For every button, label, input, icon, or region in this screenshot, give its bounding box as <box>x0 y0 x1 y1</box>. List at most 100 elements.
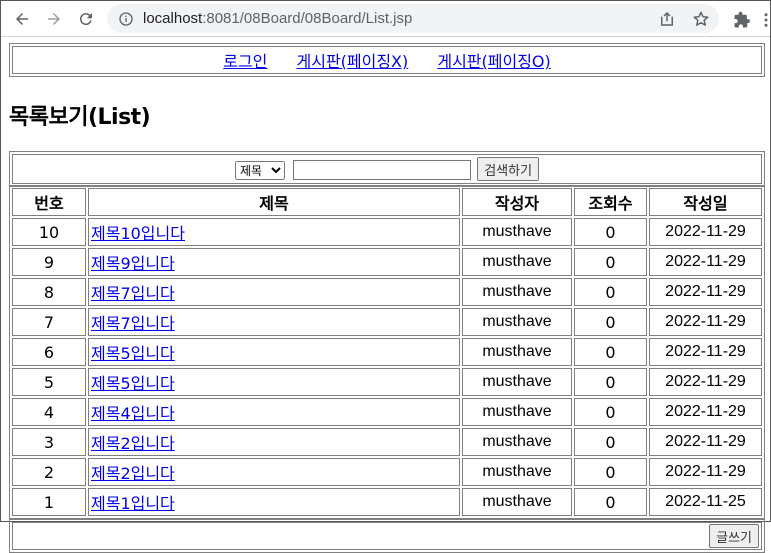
row-date: 2022-11-29 <box>649 248 762 276</box>
post-title-link[interactable]: 제목5입니다 <box>91 374 175 393</box>
row-views: 0 <box>574 458 647 486</box>
row-date: 2022-11-29 <box>649 308 762 336</box>
top-menu-cell: 로그인 게시판(페이징X) 게시판(페이징O) <box>12 46 762 74</box>
post-title-link[interactable]: 제목7입니다 <box>91 314 175 333</box>
row-author: musthave <box>462 488 572 516</box>
row-views: 0 <box>574 428 647 456</box>
row-title: 제목10입니다 <box>88 218 460 246</box>
row-views: 0 <box>574 338 647 366</box>
post-title-link[interactable]: 제목2입니다 <box>91 464 175 483</box>
row-author: musthave <box>462 278 572 306</box>
table-row: 7 제목7입니다 musthave 0 2022-11-29 <box>12 308 762 336</box>
row-date: 2022-11-25 <box>649 488 762 516</box>
post-title-link[interactable]: 제목7입니다 <box>91 284 175 303</box>
header-date: 작성일 <box>649 188 762 216</box>
row-author: musthave <box>462 218 572 246</box>
row-num: 2 <box>12 458 86 486</box>
row-views: 0 <box>574 368 647 396</box>
row-num: 1 <box>12 488 86 516</box>
row-author: musthave <box>462 248 572 276</box>
forward-arrow-icon[interactable] <box>41 6 67 32</box>
row-num: 7 <box>12 308 86 336</box>
post-title-link[interactable]: 제목2입니다 <box>91 434 175 453</box>
row-views: 0 <box>574 398 647 426</box>
menu-kebab-icon[interactable] <box>753 7 771 33</box>
post-title-link[interactable]: 제목1입니다 <box>91 494 175 513</box>
table-row: 3 제목2입니다 musthave 0 2022-11-29 <box>12 428 762 456</box>
row-views: 0 <box>574 488 647 516</box>
footer-bar: 글쓰기 <box>9 519 765 553</box>
top-menu: 로그인 게시판(페이징X) 게시판(페이징O) <box>9 43 765 77</box>
search-field-select[interactable]: 제목 <box>234 161 285 180</box>
row-title: 제목1입니다 <box>88 488 460 516</box>
info-icon[interactable] <box>117 10 135 28</box>
row-date: 2022-11-29 <box>649 368 762 396</box>
url-text: localhost:8081/08Board/08Board/List.jsp <box>143 10 413 27</box>
table-row: 2 제목2입니다 musthave 0 2022-11-29 <box>12 458 762 486</box>
row-author: musthave <box>462 308 572 336</box>
row-num: 8 <box>12 278 86 306</box>
board-list-table: 번호 제목 작성자 조회수 작성일 10 제목10입니다 musthave 0 2022… <box>9 185 765 519</box>
row-title: 제목9입니다 <box>88 248 460 276</box>
table-header-row: 번호 제목 작성자 조회수 작성일 <box>12 188 762 216</box>
post-title-link[interactable]: 제목9입니다 <box>91 254 175 273</box>
row-author: musthave <box>462 368 572 396</box>
row-date: 2022-11-29 <box>649 398 762 426</box>
search-form: 제목 검색하기 <box>9 151 765 187</box>
row-title: 제목5입니다 <box>88 338 460 366</box>
header-num: 번호 <box>12 188 86 216</box>
row-title: 제목7입니다 <box>88 308 460 336</box>
footer-cell: 글쓰기 <box>12 522 762 550</box>
row-title: 제목7입니다 <box>88 278 460 306</box>
row-author: musthave <box>462 428 572 456</box>
login-link[interactable]: 로그인 <box>223 52 267 71</box>
board-nopaging-link[interactable]: 게시판(페이징X) <box>297 52 409 71</box>
post-title-link[interactable]: 제목4입니다 <box>91 404 175 423</box>
row-num: 10 <box>12 218 86 246</box>
row-date: 2022-11-29 <box>649 218 762 246</box>
search-input[interactable] <box>293 160 472 180</box>
table-row: 6 제목5입니다 musthave 0 2022-11-29 <box>12 338 762 366</box>
row-date: 2022-11-29 <box>649 338 762 366</box>
table-row: 9 제목9입니다 musthave 0 2022-11-29 <box>12 248 762 276</box>
address-bar[interactable]: localhost:8081/08Board/08Board/List.jsp <box>107 4 719 33</box>
write-button[interactable]: 글쓰기 <box>709 524 759 548</box>
page-title: 목록보기(List) <box>9 105 151 130</box>
table-row: 1 제목1입니다 musthave 0 2022-11-25 <box>12 488 762 516</box>
share-icon[interactable] <box>657 9 677 29</box>
row-author: musthave <box>462 458 572 486</box>
post-title-link[interactable]: 제목10입니다 <box>91 224 185 243</box>
header-views: 조회수 <box>574 188 647 216</box>
table-row: 5 제목5입니다 musthave 0 2022-11-29 <box>12 368 762 396</box>
row-author: musthave <box>462 398 572 426</box>
browser-toolbar: localhost:8081/08Board/08Board/List.jsp <box>1 1 770 37</box>
row-title: 제목2입니다 <box>88 458 460 486</box>
row-num: 5 <box>12 368 86 396</box>
table-body: 10 제목10입니다 musthave 0 2022-11-29 9 제목9입니다 musth… <box>12 218 762 516</box>
search-cell: 제목 검색하기 <box>12 154 762 184</box>
row-num: 3 <box>12 428 86 456</box>
bookmark-star-icon[interactable] <box>691 9 711 29</box>
row-views: 0 <box>574 248 647 276</box>
search-button[interactable]: 검색하기 <box>477 157 540 181</box>
table-row: 4 제목4입니다 musthave 0 2022-11-29 <box>12 398 762 426</box>
header-author: 작성자 <box>462 188 572 216</box>
table-row: 8 제목7입니다 musthave 0 2022-11-29 <box>12 278 762 306</box>
row-date: 2022-11-29 <box>649 428 762 456</box>
row-views: 0 <box>574 278 647 306</box>
row-num: 4 <box>12 398 86 426</box>
row-num: 6 <box>12 338 86 366</box>
row-date: 2022-11-29 <box>649 458 762 486</box>
reload-icon[interactable] <box>73 6 99 32</box>
back-arrow-icon[interactable] <box>9 6 35 32</box>
extensions-puzzle-icon[interactable] <box>729 7 755 33</box>
row-author: musthave <box>462 338 572 366</box>
row-views: 0 <box>574 218 647 246</box>
row-num: 9 <box>12 248 86 276</box>
board-paging-link[interactable]: 게시판(페이징O) <box>437 52 550 71</box>
row-date: 2022-11-29 <box>649 278 762 306</box>
post-title-link[interactable]: 제목5입니다 <box>91 344 175 363</box>
table-row: 10 제목10입니다 musthave 0 2022-11-29 <box>12 218 762 246</box>
row-title: 제목5입니다 <box>88 368 460 396</box>
row-views: 0 <box>574 308 647 336</box>
